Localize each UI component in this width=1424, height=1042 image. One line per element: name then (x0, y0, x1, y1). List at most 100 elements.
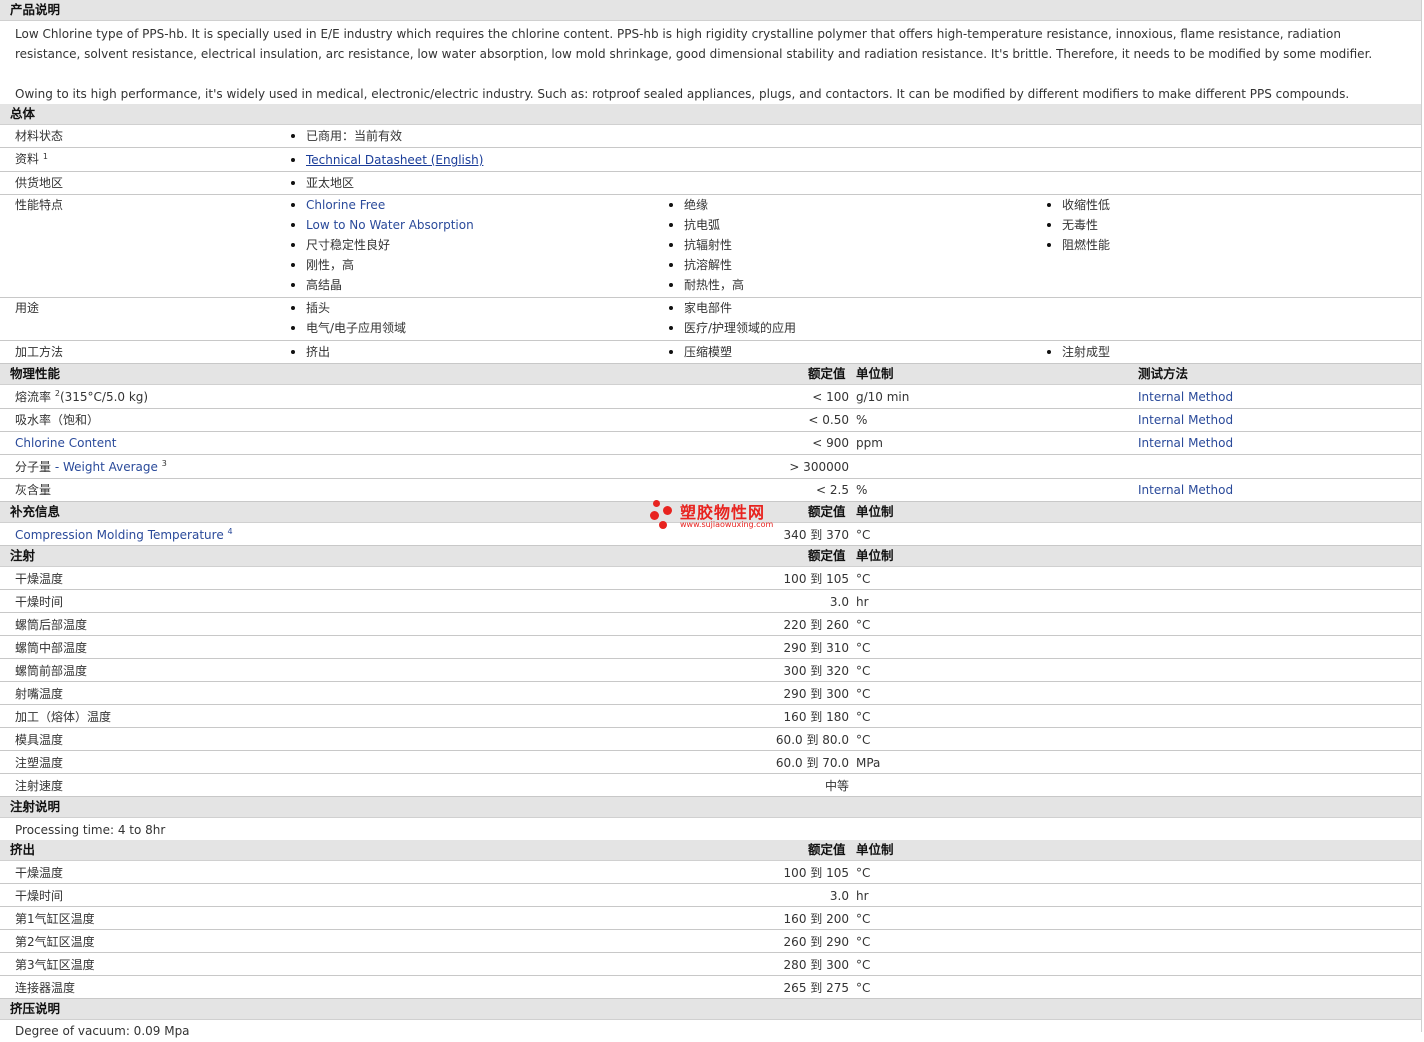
row-label: 加工方法 (15, 345, 64, 359)
property-unit: °C (856, 528, 871, 542)
row-label: 资料 1 (15, 148, 48, 171)
row-label: 加工（熔体）温度 (15, 710, 112, 724)
footnote-ref: 4 (227, 527, 233, 536)
table-row: 干燥温度 100 到 105 °C (0, 861, 1421, 884)
property-unit: °C (856, 958, 871, 972)
table-row: 螺筒前部温度 300 到 320 °C (0, 659, 1421, 682)
footnote-ref: 2 (54, 389, 60, 398)
column-header-unit: 单位制 (856, 842, 894, 857)
test-method: Internal Method (1138, 413, 1234, 427)
property-unit: % (856, 483, 868, 497)
property-unit: °C (856, 572, 871, 586)
property-unit: °C (856, 935, 871, 949)
property-value: 100 到 105 (783, 866, 849, 880)
row-water-absorption: 吸水率（饱和） < 0.50 % Internal Method (0, 409, 1421, 432)
property-unit: g/10 min (856, 390, 910, 404)
list-item: 插头 (290, 298, 406, 318)
technical-datasheet-link[interactable]: Technical Datasheet (English) (306, 153, 483, 167)
list-item: 电气/电子应用领域 (290, 318, 406, 338)
column-header-unit: 单位制 (856, 504, 894, 519)
description-paragraph-2: Owing to its high performance, it's wide… (15, 87, 1350, 101)
row-label: 干燥温度 (15, 866, 64, 880)
table-row: 射嘴温度 290 到 300 °C (0, 682, 1421, 705)
row-label: Chlorine Content (15, 436, 117, 450)
section-title: 注射 (10, 548, 36, 563)
property-value: 300 到 320 (783, 664, 849, 678)
property-value: < 100 (812, 390, 849, 404)
column-header-value: 额定值 (808, 504, 846, 519)
property-value: 60.0 到 80.0 (775, 733, 849, 747)
test-method: Internal Method (1138, 483, 1234, 497)
list-item: Chlorine Free (290, 195, 474, 215)
property-value: < 0.50 (808, 413, 849, 427)
row-label: 第1气缸区温度 (15, 912, 95, 926)
list-item: 压缩模塑 (668, 342, 732, 362)
list-item: Technical Datasheet (English) (290, 150, 483, 170)
property-value: 260 到 290 (783, 935, 849, 949)
property-value: < 2.5 (816, 483, 849, 497)
row-label: 供货地区 (15, 176, 64, 190)
property-unit: °C (856, 641, 871, 655)
table-row: 干燥时间 3.0 hr (0, 590, 1421, 613)
uses-list-col2: 家电部件 医疗/护理领域的应用 (668, 298, 796, 338)
features-list-col2: 绝缘 抗电弧 抗辐射性 抗溶解性 耐热性，高 (668, 195, 744, 295)
list-item: 收缩性低 (1046, 195, 1110, 215)
row-label: 螺筒后部温度 (15, 618, 88, 632)
footnote-ref: 1 (42, 152, 48, 161)
column-header-value: 额定值 (808, 548, 846, 563)
process-list-col1: 挤出 (290, 342, 330, 362)
table-row: 加工（熔体）温度 160 到 180 °C (0, 705, 1421, 728)
property-value: 160 到 200 (783, 912, 849, 926)
row-uses: 用途 插头 电气/电子应用领域 家电部件 医疗/护理领域的应用 (0, 298, 1421, 341)
property-value: 100 到 105 (783, 572, 849, 586)
test-method: Internal Method (1138, 390, 1234, 404)
property-value: 3.0 (829, 889, 849, 903)
section-title: 补充信息 (10, 504, 61, 519)
row-label: 第2气缸区温度 (15, 935, 95, 949)
logo-dot (659, 521, 667, 529)
property-value: 265 到 275 (783, 981, 849, 995)
row-chlorine-content: Chlorine Content < 900 ppm Internal Meth… (0, 432, 1421, 455)
table-row: 第1气缸区温度 160 到 200 °C (0, 907, 1421, 930)
property-name: Compression Molding Temperature (15, 528, 224, 542)
table-row: 螺筒中部温度 290 到 310 °C (0, 636, 1421, 659)
property-unit: °C (856, 664, 871, 678)
note-text: Degree of vacuum: 0.09 Mpa (15, 1024, 190, 1038)
property-value: 220 到 260 (783, 618, 849, 632)
table-row: 干燥温度 100 到 105 °C (0, 567, 1421, 590)
row-label: 注射速度 (15, 779, 64, 793)
property-value: 290 到 300 (783, 687, 849, 701)
description-paragraph-1: Low Chlorine type of PPS-hb. It is speci… (15, 27, 1373, 61)
column-header-value: 额定值 (808, 366, 846, 381)
row-label: 第3气缸区温度 (15, 958, 95, 972)
row-label: 螺筒中部温度 (15, 641, 88, 655)
property-unit: °C (856, 618, 871, 632)
section-title: 总体 (10, 106, 36, 121)
table-row: 模具温度 60.0 到 80.0 °C (0, 728, 1421, 751)
property-unit: ppm (856, 436, 883, 450)
property-unit: °C (856, 866, 871, 880)
injection-note-row: Processing time: 4 to 8hr (0, 818, 1421, 840)
row-label: 螺筒前部温度 (15, 664, 88, 678)
property-unit: °C (856, 981, 871, 995)
process-list-col2: 压缩模塑 (668, 342, 732, 362)
table-row: 第2气缸区温度 260 到 290 °C (0, 930, 1421, 953)
list-item: 耐热性，高 (668, 275, 744, 295)
docs-label: 资料 (15, 152, 40, 166)
list-item: 高结晶 (290, 275, 474, 295)
row-features: 性能特点 Chlorine Free Low to No Water Absor… (0, 195, 1421, 298)
property-value: 160 到 180 (783, 710, 849, 724)
uses-list-col1: 插头 电气/电子应用领域 (290, 298, 406, 338)
list-item: 尺寸稳定性良好 (290, 235, 474, 255)
list-item: 已商用：当前有效 (290, 126, 402, 146)
list-item: 抗溶解性 (668, 255, 744, 275)
row-label: 分子量 - Weight Average 3 (15, 455, 167, 479)
row-label: Compression Molding Temperature 4 (15, 523, 233, 547)
logo-dot (663, 506, 672, 515)
product-description: Low Chlorine type of PPS-hb. It is speci… (0, 21, 1421, 104)
list-item: 抗辐射性 (668, 235, 744, 255)
row-label: 熔流率 2(315°C/5.0 kg) (15, 385, 148, 409)
watermark-url: www.sujiaowuxing.com (680, 520, 774, 529)
row-melt-flow-rate: 熔流率 2(315°C/5.0 kg) < 100 g/10 min Inter… (0, 385, 1421, 409)
property-unit: MPa (856, 756, 881, 770)
